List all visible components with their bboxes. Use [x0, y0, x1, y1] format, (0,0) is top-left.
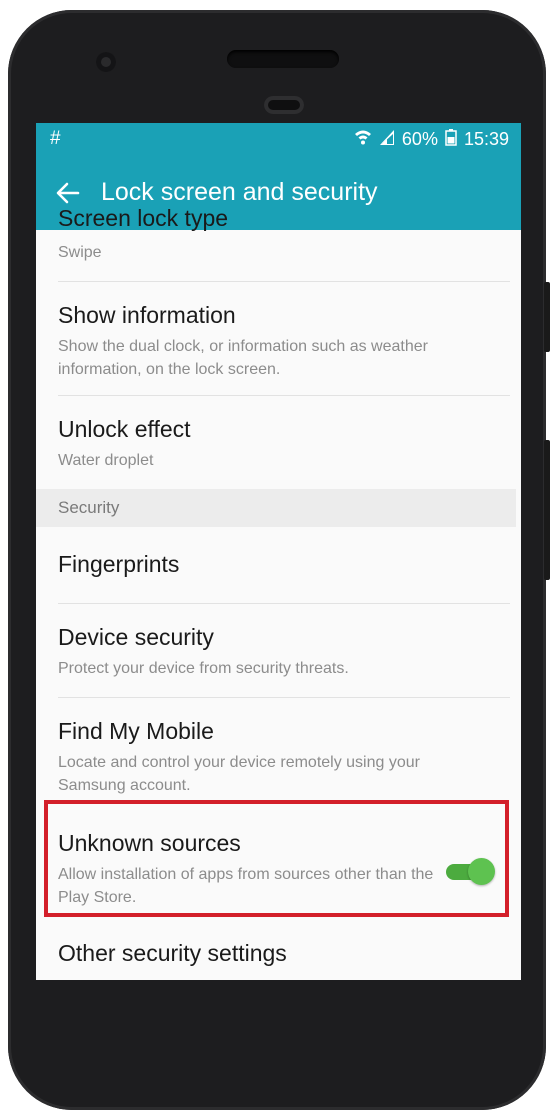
setting-unlock-effect[interactable]: Unlock effect Water droplet: [36, 396, 521, 489]
section-header-security: Security: [36, 489, 516, 527]
battery-icon: [445, 128, 457, 151]
front-camera: [264, 96, 304, 114]
setting-title: Fingerprints: [58, 551, 180, 577]
status-time: 15:39: [463, 129, 509, 149]
setting-title: Unlock effect: [58, 416, 191, 442]
setting-find-my-mobile[interactable]: Find My Mobile Locate and control your d…: [36, 698, 521, 808]
setting-summary: Protect your device from security threat…: [58, 660, 349, 677]
page-title: Lock screen and security: [101, 178, 378, 206]
setting-title: Other security settings: [58, 940, 287, 966]
setting-title: Device security: [58, 624, 214, 650]
highlight-box: [44, 800, 509, 917]
setting-summary: Swipe: [58, 244, 102, 261]
setting-screen-lock-type[interactable]: Screen lock type Swipe: [36, 205, 521, 275]
section-header-label: Security: [58, 498, 120, 517]
side-button: [544, 282, 550, 352]
setting-title: Show information: [58, 302, 236, 328]
earpiece-speaker: [227, 50, 339, 68]
setting-device-security[interactable]: Device security Protect your device from…: [36, 604, 521, 697]
arrow-left-icon[interactable]: [54, 179, 82, 207]
status-right-group: 60% 15:39: [354, 128, 509, 151]
setting-title: Find My Mobile: [58, 718, 214, 744]
setting-summary: Show the dual clock, or information such…: [58, 338, 428, 378]
wifi-icon: [354, 128, 372, 151]
setting-other-security-settings[interactable]: Other security settings: [36, 926, 521, 980]
battery-percentage: 60%: [401, 129, 438, 149]
front-sensor: [96, 52, 116, 72]
setting-summary: Water droplet: [58, 452, 154, 469]
setting-summary: Locate and control your device remotely …: [58, 754, 420, 794]
status-notification-glyph: #: [50, 128, 61, 149]
setting-show-information[interactable]: Show information Show the dual clock, or…: [36, 282, 521, 395]
signal-icon: [379, 128, 395, 151]
setting-fingerprints[interactable]: Fingerprints: [36, 527, 521, 603]
volume-button: [544, 440, 550, 580]
setting-title: Screen lock type: [58, 205, 229, 231]
status-bar: # 60% 15:39: [36, 123, 521, 155]
